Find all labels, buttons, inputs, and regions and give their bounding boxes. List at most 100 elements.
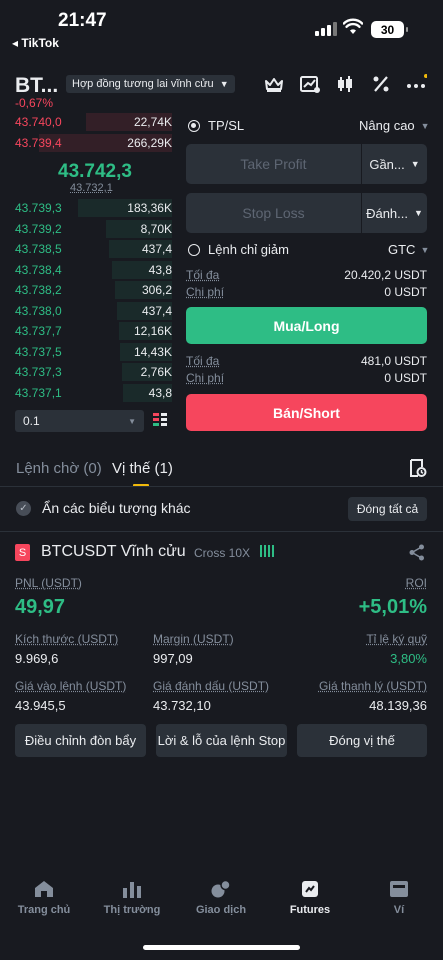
percent-icon[interactable]: [370, 74, 392, 94]
adjust-leverage-button[interactable]: Điều chỉnh đòn bẩy: [15, 724, 146, 757]
nav-home[interactable]: Trang chủ: [0, 880, 88, 916]
bid-price: 43.739,3: [15, 201, 62, 215]
bid-qty: 8,70K: [140, 221, 172, 236]
tpsl-label: TP/SL: [208, 118, 245, 133]
ask-qty: 266,29K: [127, 136, 172, 150]
candlestick-icon[interactable]: [334, 74, 356, 94]
bid-row[interactable]: 43.739,3 183,36K: [15, 198, 172, 218]
bid-qty: 437,4: [141, 303, 172, 318]
crown-icon[interactable]: [263, 74, 285, 94]
nav-wallet[interactable]: Ví: [355, 880, 443, 916]
share-icon[interactable]: [409, 544, 425, 561]
buy-max-label[interactable]: Tối đa: [186, 268, 219, 282]
hide-others-label[interactable]: Ẩn các biểu tượng khác: [42, 500, 191, 516]
nav-wallet-label: Ví: [393, 904, 405, 916]
hide-others-checkbox[interactable]: ✓: [16, 501, 31, 516]
bid-row[interactable]: 43.737,1 43,8: [15, 383, 172, 403]
history-icon[interactable]: [409, 458, 427, 478]
roi-label[interactable]: ROI: [406, 576, 427, 590]
close-all-button[interactable]: Đóng tất cả: [348, 497, 427, 521]
entry-price-label[interactable]: Giá vào lệnh (USDT): [15, 679, 126, 693]
caret-down-icon: ▼: [128, 416, 136, 426]
liq-price-label[interactable]: Giá thanh lý (USDT): [319, 679, 427, 693]
nav-futures[interactable]: Futures: [266, 880, 354, 916]
bid-row[interactable]: 43.737,3 2,76K: [15, 362, 172, 382]
bid-row[interactable]: 43.738,0 437,4: [15, 301, 172, 321]
cellular-signal-icon: [315, 22, 337, 36]
stop-loss-input[interactable]: Stop Loss: [186, 205, 361, 221]
price-step-select[interactable]: 0.1 ▼: [15, 410, 144, 432]
take-profit-input[interactable]: Take Profit: [186, 156, 361, 172]
caret-down-icon: ▼: [414, 208, 423, 218]
bid-price: 43.738,5: [15, 242, 62, 256]
bid-qty: 183,36K: [127, 201, 172, 215]
last-price: 43.742,3: [58, 161, 132, 182]
mark-price-value: 43.732,10: [153, 698, 211, 713]
check-icon: ✓: [19, 503, 28, 514]
reduce-only-radio[interactable]: Lệnh chỉ giảm: [188, 242, 289, 257]
bid-row[interactable]: 43.738,4 43,8: [15, 260, 172, 280]
nav-markets-label: Thị trường: [103, 904, 161, 916]
stop-loss-trigger-select[interactable]: Đánh... ▼: [361, 193, 427, 233]
margin-label[interactable]: Margin (USDT): [153, 632, 234, 646]
caret-down-icon: ▼: [219, 79, 229, 89]
mark-price-label[interactable]: Giá đánh dấu (USDT): [153, 679, 269, 693]
margin-ratio-label[interactable]: Tỉ lệ ký quỹ: [366, 632, 427, 646]
buy-long-button[interactable]: Mua/Long: [186, 307, 427, 344]
price-step-value: 0.1: [23, 414, 40, 428]
bid-price: 43.738,4: [15, 262, 62, 277]
price-change: -0,67%: [15, 96, 54, 110]
ask-row[interactable]: 43.740,0 22,74K: [15, 112, 172, 132]
sell-short-button[interactable]: Bán/Short: [186, 394, 427, 431]
bid-row[interactable]: 43.737,5 14,43K: [15, 342, 172, 362]
mark-price[interactable]: 43.732,1: [70, 182, 113, 194]
margin-ratio-value: 3,80%: [390, 651, 427, 666]
tab-positions[interactable]: Vị thế (1): [112, 460, 173, 477]
position-margin-mode: Cross 10X: [194, 546, 251, 560]
sell-max-value: 481,0 USDT: [360, 354, 427, 368]
contract-type-dropdown[interactable]: Hợp đồng tương lai vĩnh cửu ▼: [66, 75, 235, 93]
sell-cost-label[interactable]: Chi phí: [186, 371, 224, 385]
back-to-app-link[interactable]: ◂ TikTok: [12, 36, 59, 50]
nav-markets[interactable]: Thị trường: [88, 880, 176, 916]
tif-value: GTC: [388, 242, 416, 257]
bid-row[interactable]: 43.737,7 12,16K: [15, 321, 172, 341]
home-indicator: [143, 945, 300, 950]
short-badge: S: [15, 544, 30, 561]
nav-trade[interactable]: Giao dịch: [177, 880, 265, 916]
advanced-label: Nâng cao: [359, 118, 415, 133]
ask-row[interactable]: 43.739,4 266,29K: [15, 133, 172, 153]
bid-qty: 14,43K: [133, 344, 172, 359]
size-label[interactable]: Kích thước (USDT): [15, 632, 118, 646]
take-profit-field[interactable]: Take Profit Gần... ▼: [186, 144, 427, 184]
bid-row[interactable]: 43.738,2 306,2: [15, 280, 172, 300]
battery-icon: 30: [371, 21, 408, 38]
ask-qty: 22,74K: [133, 115, 172, 129]
stop-loss-field[interactable]: Stop Loss Đánh... ▼: [186, 193, 427, 233]
caret-down-icon: ▼: [420, 120, 430, 131]
chart-icon[interactable]: [299, 74, 321, 94]
caret-down-icon: ▼: [420, 244, 430, 255]
reduce-only-label: Lệnh chỉ giảm: [208, 242, 289, 257]
take-profit-trigger-select[interactable]: Gần... ▼: [361, 144, 427, 184]
more-icon[interactable]: [405, 74, 427, 94]
bid-price: 43.737,5: [15, 344, 62, 359]
symbol-title[interactable]: BT...: [15, 74, 58, 98]
close-position-button[interactable]: Đóng vị thế: [297, 724, 427, 757]
nav-trade-label: Giao dịch: [195, 904, 247, 916]
tpsl-position-button[interactable]: Lời & lỗ của lệnh Stop: [156, 724, 287, 757]
buy-cost-label[interactable]: Chi phí: [186, 285, 224, 299]
tif-dropdown[interactable]: GTC ▼: [388, 242, 429, 257]
tpsl-radio[interactable]: TP/SL: [188, 118, 244, 133]
bid-price: 43.737,1: [15, 385, 62, 400]
radio-unchecked-icon: [188, 243, 200, 256]
tab-open-orders[interactable]: Lệnh chờ (0): [16, 460, 102, 477]
pnl-label[interactable]: PNL (USDT): [15, 576, 82, 590]
position-symbol[interactable]: BTCUSDT Vĩnh cửu: [41, 543, 186, 561]
sell-max-label[interactable]: Tối đa: [186, 354, 219, 368]
bid-row[interactable]: 43.738,5 437,4: [15, 239, 172, 259]
orderbook-layout-icon[interactable]: [152, 412, 168, 428]
bid-row[interactable]: 43.739,2 8,70K: [15, 219, 172, 239]
advanced-dropdown[interactable]: Nâng cao ▼: [359, 118, 430, 133]
markets-icon: [123, 882, 141, 898]
